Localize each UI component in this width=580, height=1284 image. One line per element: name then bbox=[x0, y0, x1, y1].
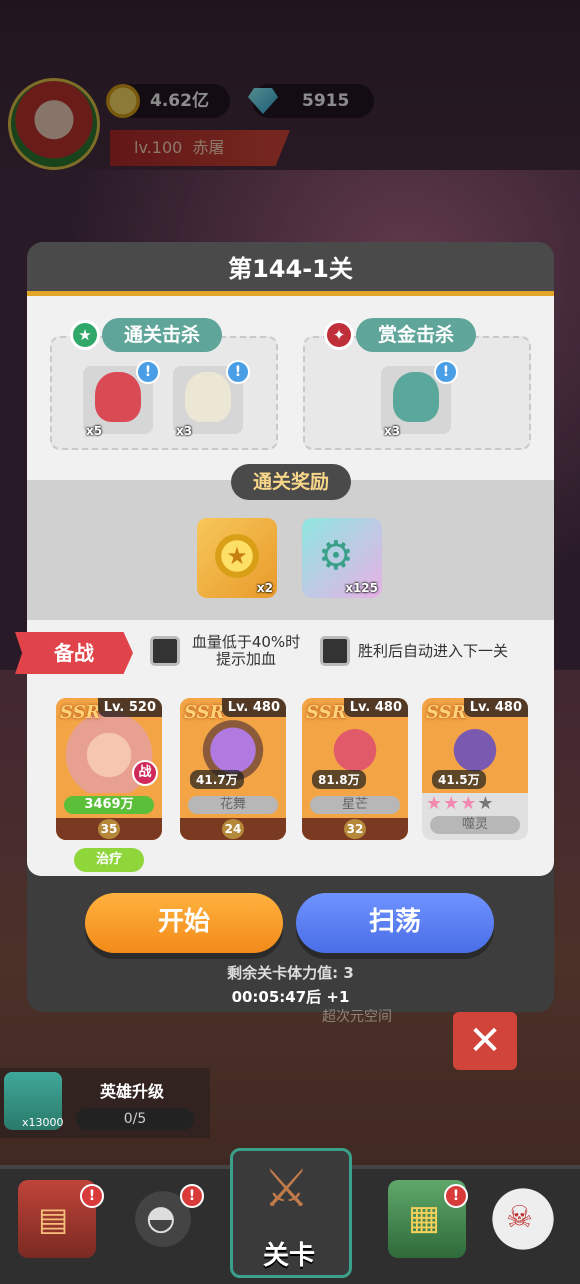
hero-card[interactable]: SSR Lv. 480 41.7万 花舞 24 bbox=[180, 698, 286, 840]
info-icon[interactable]: ! bbox=[136, 360, 160, 384]
reward-gear[interactable]: ⚙ x125 bbox=[302, 518, 382, 598]
hp-bar: 3469万 bbox=[64, 796, 154, 814]
star-level: 24 bbox=[222, 819, 244, 839]
gear-icon: ⚙ bbox=[318, 533, 354, 579]
upgrade-label: 英雄升级 bbox=[100, 1082, 165, 1101]
lion-icon bbox=[393, 372, 439, 422]
notification-badge: ! bbox=[180, 1184, 204, 1208]
octopus-icon bbox=[95, 372, 141, 422]
power-value: 81.8万 bbox=[312, 770, 366, 789]
reward-coin[interactable]: ★ x2 bbox=[197, 518, 277, 598]
skull-icon: ☠ bbox=[506, 1200, 533, 1235]
stamina-text: 剩余关卡体力值: 3 bbox=[227, 964, 354, 982]
knight-icon: ◓ bbox=[146, 1198, 176, 1238]
stage-title: 第144-1关 bbox=[27, 242, 554, 296]
auto-next-checkbox[interactable] bbox=[320, 636, 350, 666]
heal-hint-checkbox[interactable] bbox=[150, 636, 180, 666]
start-button[interactable]: 开始 bbox=[85, 893, 283, 953]
star-level: 32 bbox=[344, 819, 366, 839]
nav-stage[interactable]: ⚔ 关卡 bbox=[230, 1148, 352, 1278]
auto-next-label[interactable]: 胜利后自动进入下一关 bbox=[358, 643, 508, 660]
reward-count: x2 bbox=[256, 581, 273, 595]
background-text: 超次元空间 bbox=[322, 1009, 392, 1025]
weapon-name: 花舞 bbox=[188, 796, 278, 814]
reward-count: x125 bbox=[345, 581, 378, 595]
weapon-name: 星芒 bbox=[310, 796, 400, 814]
heal-hint-label[interactable]: 血量低于40%时 提示加血 bbox=[186, 634, 306, 668]
battle-badge: 战 bbox=[132, 760, 158, 786]
star-level: 35 bbox=[98, 819, 120, 839]
hero-card[interactable]: SSR Lv. 520 战 3469万 35 bbox=[56, 698, 162, 840]
shop-icon: ▤ bbox=[38, 1200, 69, 1238]
info-icon[interactable]: ! bbox=[434, 360, 458, 384]
star-icon: ★ bbox=[70, 320, 100, 350]
notification-badge: ! bbox=[444, 1184, 468, 1208]
hero-card[interactable]: SSR Lv. 480 81.8万 星芒 32 bbox=[302, 698, 408, 840]
power-value: 41.7万 bbox=[190, 770, 244, 789]
prep-label: 备战 bbox=[15, 632, 133, 674]
rarity-badge: SSR bbox=[426, 702, 467, 723]
heal-hint-line1: 血量低于40%时 bbox=[191, 633, 301, 651]
notification-badge: ! bbox=[80, 1184, 104, 1208]
stamina-timer: 00:05:47后 +1 bbox=[231, 988, 350, 1006]
treasure-icon: ▦ bbox=[408, 1198, 441, 1238]
upgrade-progress: 0/5 bbox=[123, 1111, 147, 1127]
rarity-badge: SSR bbox=[306, 702, 347, 723]
star-rating: ★★★★ bbox=[426, 793, 495, 814]
info-icon[interactable]: ! bbox=[226, 360, 250, 384]
enemy-count: x3 bbox=[176, 424, 193, 438]
reward-title: 通关奖励 bbox=[231, 464, 351, 500]
hero-upgrade-widget[interactable]: x13000 英雄升级 0/5 bbox=[0, 1068, 210, 1138]
hero-level: Lv. 480 bbox=[463, 698, 528, 717]
hero-level: Lv. 480 bbox=[221, 698, 286, 717]
weapon-name: 噬灵 bbox=[430, 816, 520, 834]
enemy-count: x5 bbox=[86, 424, 103, 438]
bounty-icon: ✦ bbox=[324, 320, 354, 350]
hero-level: Lv. 520 bbox=[97, 698, 162, 717]
bounty-kill-label: 赏金击杀 bbox=[356, 318, 476, 352]
nav-skull[interactable]: ☠ bbox=[484, 1180, 562, 1258]
role-tag: 治疗 bbox=[74, 848, 144, 872]
rarity-badge: SSR bbox=[60, 702, 101, 723]
crossed-swords-icon: ⚔ bbox=[263, 1159, 310, 1219]
upgrade-cost: x13000 bbox=[22, 1116, 64, 1129]
ghost-icon bbox=[185, 372, 231, 422]
hero-level: Lv. 480 bbox=[343, 698, 408, 717]
hero-card[interactable]: SSR Lv. 480 41.5万 ★★★★ 噬灵 bbox=[422, 698, 528, 840]
close-button[interactable]: ✕ bbox=[453, 1012, 517, 1070]
sweep-button[interactable]: 扫荡 bbox=[296, 893, 494, 953]
upgrade-progress-bar: 0/5 bbox=[76, 1108, 194, 1130]
nav-stage-label: 关卡 bbox=[263, 1241, 316, 1271]
close-icon: ✕ bbox=[468, 1018, 502, 1064]
reward-band bbox=[27, 480, 554, 620]
star-coin-icon: ★ bbox=[215, 534, 259, 578]
clear-kill-label: 通关击杀 bbox=[102, 318, 222, 352]
power-value: 41.5万 bbox=[432, 770, 486, 789]
rarity-badge: SSR bbox=[184, 702, 225, 723]
heal-hint-line2: 提示加血 bbox=[215, 650, 276, 668]
enemy-count: x3 bbox=[384, 424, 401, 438]
